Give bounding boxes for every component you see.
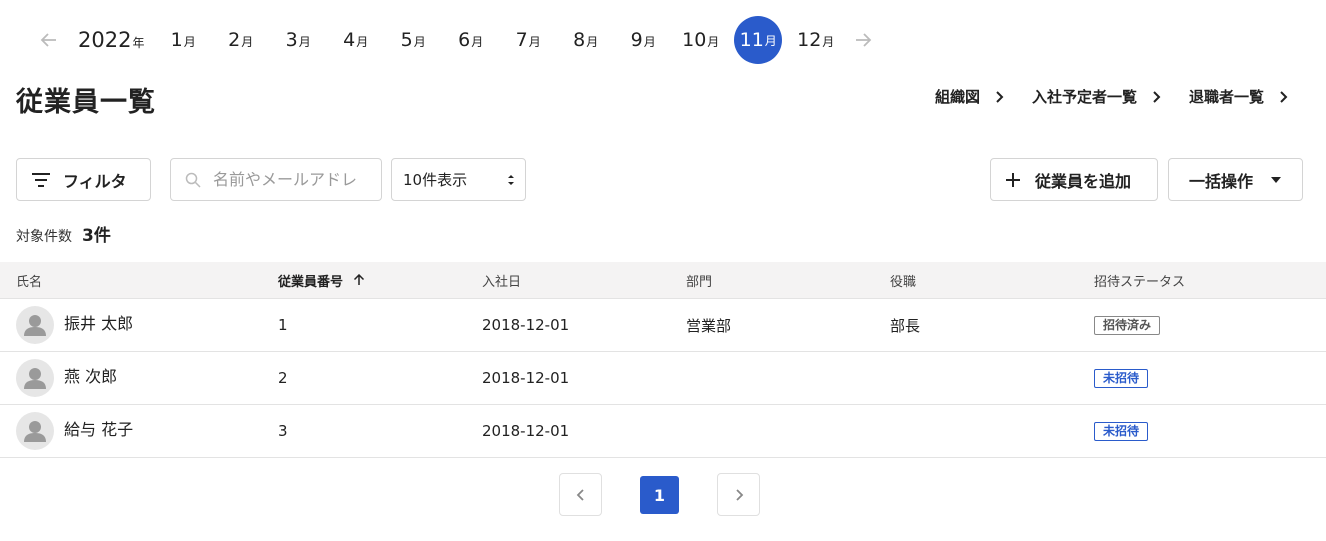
column-name[interactable]: 氏名 (16, 262, 42, 298)
employee-name[interactable]: 給与 花子 (64, 416, 133, 440)
search-box[interactable] (170, 158, 382, 201)
employee-list-page: 2022 年 1月 2月 3月 4月 5月 6月 7月 8月 9月 10 月 11 月… (0, 0, 1326, 541)
month-11-selected[interactable]: 11 月 (729, 16, 787, 64)
top-links: 組織図 入社予定者一覧 退職者一覧 (935, 86, 1290, 107)
month-6[interactable]: 6月 (442, 18, 500, 62)
table-row[interactable]: 燕 次郎 2 2018-12-01 未招待 (0, 352, 1326, 405)
chevron-right-icon (735, 488, 743, 501)
month-4[interactable]: 4月 (327, 18, 385, 62)
caret-down-icon (1271, 176, 1282, 183)
column-employee-number[interactable]: 従業員番号 (278, 262, 365, 298)
month-8[interactable]: 8月 (557, 18, 615, 62)
current-page[interactable]: 1 (640, 476, 679, 514)
avatar (16, 306, 54, 344)
select-arrows-icon (508, 174, 514, 185)
filter-icon (32, 172, 50, 187)
per-page-select[interactable]: 10件表示 (391, 158, 526, 201)
table-row[interactable]: 振井 太郎 1 2018-12-01 営業部 部長 招待済み (0, 299, 1326, 352)
prev-month-button[interactable] (30, 18, 68, 62)
hire-date: 2018-12-01 (482, 369, 570, 387)
chevron-right-icon (1280, 90, 1288, 103)
column-hire-date[interactable]: 入社日 (482, 262, 521, 298)
employee-number: 2 (278, 369, 288, 387)
avatar (16, 359, 54, 397)
column-invite-status[interactable]: 招待ステータス (1094, 262, 1185, 298)
month-1[interactable]: 1月 (154, 18, 212, 62)
upcoming-hires-link[interactable]: 入社予定者一覧 (1032, 86, 1163, 107)
hire-date: 2018-12-01 (482, 422, 570, 440)
month-3[interactable]: 3月 (269, 18, 327, 62)
user-icon (24, 368, 46, 389)
avatar (16, 412, 54, 450)
column-position[interactable]: 役職 (890, 262, 916, 298)
bulk-action-button[interactable]: 一括操作 (1168, 158, 1303, 201)
hire-date: 2018-12-01 (482, 316, 570, 334)
org-chart-link[interactable]: 組織図 (935, 86, 1006, 107)
search-icon (185, 172, 201, 188)
employee-number: 1 (278, 316, 288, 334)
arrow-left-icon (40, 33, 56, 47)
filter-button[interactable]: フィルタ (16, 158, 151, 201)
chevron-right-icon (1153, 90, 1161, 103)
result-count: 対象件数 3件 (16, 226, 111, 246)
month-9[interactable]: 9月 (614, 18, 672, 62)
arrow-up-icon (353, 274, 365, 285)
column-department[interactable]: 部門 (686, 262, 712, 298)
prev-page-button[interactable] (559, 473, 602, 516)
employee-table: 氏名 従業員番号 入社日 部門 役職 招待ステータス 振井 太郎 1 2018-… (0, 262, 1326, 458)
month-7[interactable]: 7月 (499, 18, 557, 62)
next-page-button[interactable] (717, 473, 760, 516)
plus-icon (1006, 172, 1020, 187)
employee-name[interactable]: 振井 太郎 (64, 310, 133, 334)
employee-name[interactable]: 燕 次郎 (64, 363, 117, 387)
page-title: 従業員一覧 (16, 87, 156, 118)
add-employee-button[interactable]: 従業員を追加 (990, 158, 1158, 201)
table-row[interactable]: 給与 花子 3 2018-12-01 未招待 (0, 405, 1326, 458)
table-header: 氏名 従業員番号 入社日 部門 役職 招待ステータス (0, 262, 1326, 299)
employee-number: 3 (278, 422, 288, 440)
position: 部長 (890, 316, 921, 335)
arrow-right-icon (856, 33, 872, 47)
search-input[interactable] (213, 170, 373, 189)
month-10[interactable]: 10 月 (672, 18, 730, 62)
chevron-right-icon (996, 90, 1004, 103)
user-icon (24, 315, 46, 336)
chevron-left-icon (576, 488, 584, 501)
month-2[interactable]: 2月 (212, 18, 270, 62)
month-5[interactable]: 5月 (384, 18, 442, 62)
status-badge: 未招待 (1094, 421, 1149, 441)
department: 営業部 (686, 316, 732, 335)
status-badge: 未招待 (1094, 368, 1149, 388)
user-icon (24, 421, 46, 442)
month-navigation: 2022 年 1月 2月 3月 4月 5月 6月 7月 8月 9月 10 月 11 月… (30, 16, 882, 64)
status-badge: 招待済み (1094, 315, 1161, 335)
year-label[interactable]: 2022 年 (78, 28, 144, 52)
retired-list-link[interactable]: 退職者一覧 (1189, 86, 1290, 107)
next-month-button[interactable] (844, 18, 882, 62)
month-12[interactable]: 12 月 (787, 18, 845, 62)
